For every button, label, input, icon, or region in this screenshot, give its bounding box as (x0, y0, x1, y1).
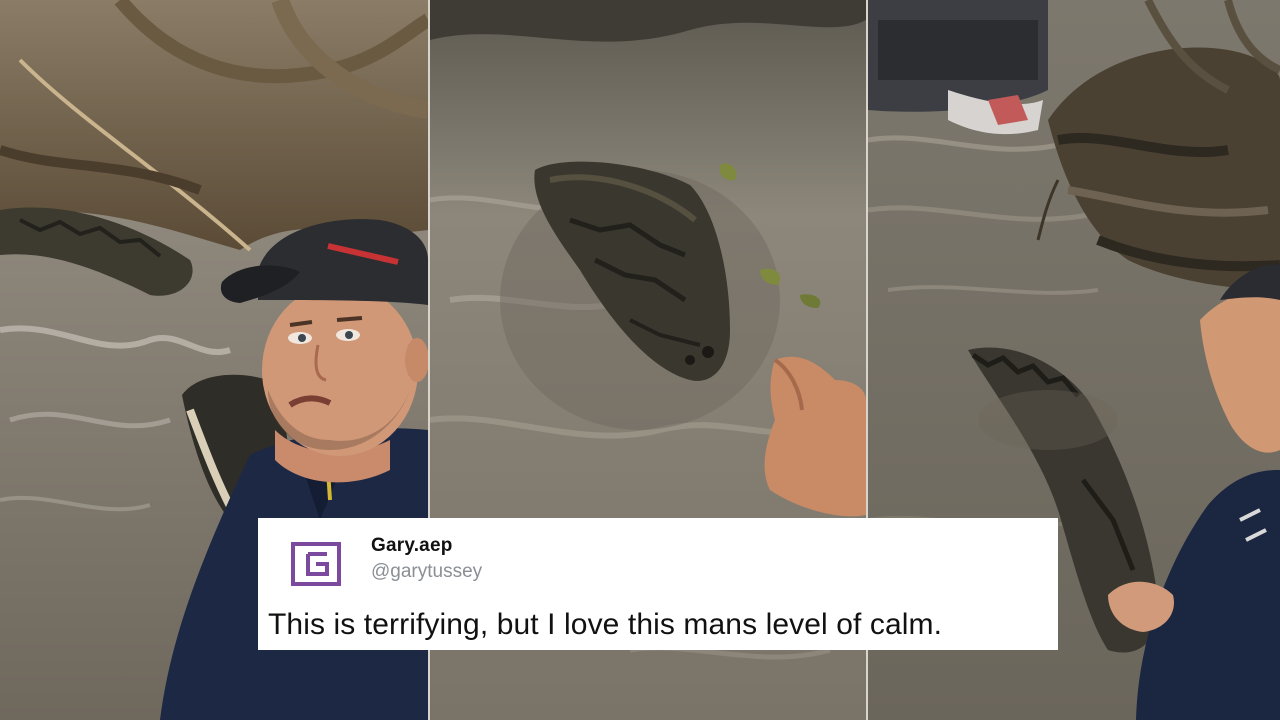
avatar[interactable] (288, 536, 344, 592)
user-handle[interactable]: @garytussey (371, 561, 482, 583)
tweet-card: Gary.aep @garytussey This is terrifying,… (258, 518, 1058, 650)
logo-icon (291, 542, 341, 586)
collage: Gary.aep @garytussey This is terrifying,… (0, 0, 1280, 720)
tweet-text: This is terrifying, but I love this mans… (268, 608, 943, 641)
display-name[interactable]: Gary.aep (371, 535, 453, 557)
